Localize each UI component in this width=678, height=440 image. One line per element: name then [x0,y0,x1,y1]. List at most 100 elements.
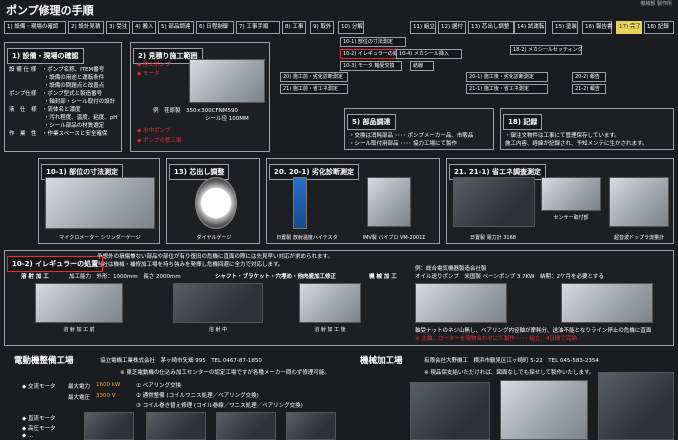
thermometer-photo [293,177,307,229]
flow-step-5: 5) 部品調達 [158,21,194,34]
sub-10-1: 10-1) 部位の寸法測定 [340,37,406,47]
flow-step-4: 4) 搬入 [132,21,156,34]
flow-step-8: 8) 工事 [282,21,306,34]
flowmeter-photo [609,177,669,227]
flow-step-12: 12) 据付 [438,21,466,34]
flow-step-11: 11) 組立 [410,21,436,34]
motor-photo-1 [84,412,134,440]
irreg-example-2: オイル送りポンプ 米国製 ベーンポンプ 3.7KW 納期：2ケ月を必要とする [415,274,604,280]
elec-maxv-label: 最大電圧 [68,395,91,401]
sub-wiring: 結線 [410,61,434,71]
elec-note: ※ 東芝電動機の仕込み加工センターの認定工場ですが各種メーカー問わず修理可能。 [120,370,330,376]
motor-photo-3 [216,412,276,440]
p5-row-0: ・交換は消耗部品 ････ ポンプメーカー品、市販品 [349,133,474,139]
p1-row-3: ポンプ仕様 ・ポンプ型式と製造番号 [9,91,103,97]
irreg-note-1: 軸受ナットのネジ山無し、ベアリング内径軸が摩耗分、送油不能となりライン停止の危機… [415,328,652,334]
elec-row-1: ② 通常整備 (コイルワニス処理／ベアリング交換) [136,393,259,399]
dial-gauge-photo [195,177,237,229]
weld-desc: 加工能力 外形：1000mm 長さ 2000mm [69,274,181,280]
panel-energy: 21. 21-1) 省エネ調査測定 日置製 電力計 3168 センサー取付部 超… [446,158,674,244]
p1-row-6: ・汚れ程度、温度、粘度、pH [9,115,118,121]
lathe-photo-2 [500,380,588,440]
p18-row-1: 施工内容、経緯が記録され、予知メンテに生かされます。 [505,141,648,147]
page-title: ポンプ修理の手順 [6,4,94,17]
motor-photo-4 [286,412,336,440]
p2-item-3: ◆ ポンプの管工事 [137,138,182,144]
sub-21-2: 21-2) 報告 [572,84,606,94]
weld-label: 溶 射 加 工 [21,274,49,280]
shaft-photo-1 [415,283,507,323]
sensor-photo [541,177,601,211]
diagnosis-caption-2: IMV製 バイブロ VM-2001Σ [362,235,426,241]
p2-example2: シール径 100MM [205,116,249,122]
micrometer-photo [45,177,155,229]
flow-step-1: 1) 設備・現場の確認 [4,21,66,34]
diagnosis-caption-1: 日置製 放射温度ハイテスタ [276,235,338,241]
flow-step-16: 16) 報告書 [582,21,612,34]
pump-photo [189,59,265,103]
panel-site-check-title: 1) 設備・現場の確認 [7,48,84,64]
elec-company: 協立電機工業株式会社 茅ヶ崎市矢畑 995 TEL 0467-87-1850 [100,358,262,364]
p1-row-8: 作 業 性 ・作業スペースと安全確保 [9,131,108,137]
caption-during: 溶 射 中 [208,327,228,333]
after-weld-photo [299,283,361,323]
vibrometer-photo [367,177,411,227]
flow-step-17: 17) 完了 [616,21,642,34]
p1-row-7: ・シール部品の材質選定 [9,123,105,129]
flow-step-6: 6) 日程制御 [196,21,234,34]
p1-row-4: ・軸封部・シール取付の設計 [9,99,116,105]
sub-20-1: 20-1) 施工後・劣化診断測定 [466,72,548,82]
elec-dc: ◆ 直流モータ [22,416,56,422]
flow-step-15: 15) 塗装 [552,21,578,34]
p18-row-0: ・御注文物件は工事にて管理保存しています。 [505,133,620,139]
sub-21-1: 21-1) 施工後・省エネ測定 [466,84,548,94]
energy-caption-2: センサー取付部 [553,215,589,221]
elec-row-2: ③ コイル巻き替え修理 (コイル巻線／ワニス処理／ベアリング交換) [136,403,303,409]
header-note: 機械部 製作所 [640,1,672,7]
sub-10-4: 10-4) メカシール挿入 [396,49,462,59]
energy-caption-1: 日置製 電力計 3168 [470,235,516,241]
elec-ac-label: ◆ 交流モータ [22,384,56,390]
caption-before: 溶 射 加 工 前 [63,327,95,333]
energy-caption-3: 超音波ドップラ流量計 [613,235,664,241]
flow-step-14: 14) 試運転 [514,21,546,34]
panel-irregular: 10-2) イレギュラーの処置 予想外の損傷兼ない部品や部位が有り復旧の危機に直… [4,250,674,346]
elec-more: ◆ ... [22,433,34,439]
flow-step-7: 7) 工事手順 [236,21,280,34]
flow-step-3: 3) 受注 [106,21,130,34]
p1-row-1: ・設備の用途と運転条件 [9,75,105,81]
elec-maxv: 3300 V [96,393,116,399]
irreg-line-2: 当社は機械・補修加工場を持ち強みを発揮し危機回避に全力で対応します。 [97,262,284,268]
welding-photo [173,283,263,323]
panel-irregular-title: 10-2) イレギュラーの処置 [7,256,104,272]
p1-row-0: 設 備 仕 様 ・ポンプ名称、ITEM番号 [9,67,105,73]
mill-photo [598,372,674,440]
sub-10-3: 10-3) モータ 軸受交換 [340,61,402,71]
p5-row-1: ・シール取付用部品 ････ 協力工場にて製作 [349,141,457,147]
mach-title: 機械加工場 [360,356,403,366]
panel-diagnosis-title: 20. 20-1) 劣化診断測定 [269,164,359,180]
lathe-photo-1 [410,382,490,440]
flow-step-13: 13) 芯出し調整 [468,21,514,34]
flow-step-2: 2) 設計見積 [68,21,104,34]
panel-parts: 5) 部品調達 ・交換は消耗部品 ････ ポンプメーカー品、市販品 ・シール取… [344,108,494,150]
panel-site-check: 1) 設備・現場の確認 設 備 仕 様 ・ポンプ名称、ITEM番号 ・設備の用途… [4,42,122,152]
elec-title: 電動機整備工場 [14,356,74,366]
flow-step-9: 9) 取外 [310,21,334,34]
flow-step-10: 10) 分解 [338,21,364,34]
alignment-caption: ダイヤルゲージ [196,235,232,241]
p1-row-2: ・設備の問題点と改善点 [9,83,105,89]
machine-label: 機 械 加 工 [369,274,397,280]
shaft-photo-2 [561,283,653,323]
sub-18-2: 18-2) メカシールセッティング [510,45,583,55]
p2-example: 例 荏原製 350×300CFNM590 [153,108,238,114]
elec-row-0: ① ベアリング交換 [136,383,182,389]
p1-row-5: 液 仕 様 ・流体名と濃度 [9,107,81,113]
sub-20: 20) 施工前・劣化診断測定 [280,72,348,82]
panel-record: 18) 記録 ・御注文物件は工事にて管理保存しています。 施工内容、経緯が記録さ… [500,108,674,150]
weld-parts: シャフト・ブラケット・穴埋め・他肉盛加工修正 [215,274,337,280]
panel-alignment: 13) 芯出し調整 ダイヤルゲージ [166,158,260,244]
measure-caption: マイクロメーター シリンダーゲージ [59,235,141,241]
power-meter-photo [453,177,535,227]
irreg-note-2: ※ 主軸、ローターを現物合わせにて製作 ････ 組立、4日間で完納 [415,336,577,342]
